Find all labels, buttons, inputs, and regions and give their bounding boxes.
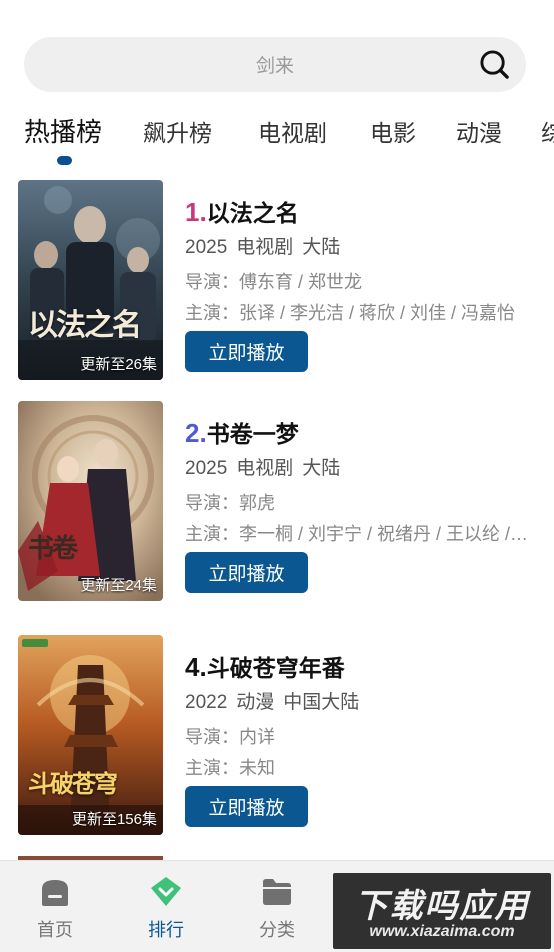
item-category: 动漫 (236, 692, 275, 713)
nav-ranking-label: 排行 (148, 920, 184, 940)
item-director: 导演：内详 (185, 727, 275, 747)
tab-tv[interactable]: 电视剧 (258, 114, 327, 148)
play-now-button[interactable]: 立即播放 (185, 786, 308, 827)
episode-update: 更新至26集 (80, 356, 157, 373)
poster-image[interactable]: 斗破苍穹 更新至156集 (18, 635, 163, 835)
rank-number: 2. (185, 418, 207, 448)
ranking-tabs: 热播榜 飙升榜 电视剧 电影 动漫 综 (0, 108, 554, 168)
tab-hot[interactable]: 热播榜 (24, 112, 102, 149)
item-title-line[interactable]: 2.书卷一梦 (185, 415, 299, 449)
item-category: 电视剧 (236, 458, 294, 479)
ranking-icon (151, 877, 181, 906)
item-title-line[interactable]: 1.以法之名 (185, 194, 299, 228)
item-meta: 2025 电视剧 大陆 (185, 453, 349, 480)
item-cast: 主演：李一桐 / 刘宇宁 / 祝绪丹 / 王以纶 / 蒋依依 (185, 524, 530, 544)
tab-rising[interactable]: 飙升榜 (143, 114, 212, 148)
episode-update: 更新至156集 (71, 811, 157, 828)
poster-art (18, 180, 163, 380)
play-now-button[interactable]: 立即播放 (185, 552, 308, 593)
item-cast: 主演：张译 / 李光洁 / 蒋欣 / 刘佳 / 冯嘉怡 (185, 303, 516, 323)
poster-art (18, 401, 163, 601)
search-placeholder: 剑来 (255, 56, 294, 77)
list-item[interactable]: 斗破苍穹 更新至156集 4.斗破苍穹年番 2022 动漫 中国大陆 导演：内详 主… (0, 635, 554, 840)
list-item[interactable]: 以法之名 更新至26集 1.以法之名 2025 电视剧 大陆 导演：傅东育 / 郑世… (0, 180, 554, 385)
episode-update: 更新至24集 (80, 577, 157, 594)
home-icon (42, 880, 68, 906)
item-cast: 主演：未知 (185, 758, 275, 778)
item-title: 书卷一梦 (206, 421, 299, 447)
poster-title: 书卷 (28, 534, 78, 564)
item-category: 电视剧 (236, 237, 294, 258)
item-year: 2022 (185, 692, 228, 713)
rank-number: 1. (185, 197, 207, 227)
item-director: 导演：傅东育 / 郑世龙 (185, 272, 363, 292)
item-title: 斗破苍穹年番 (206, 655, 345, 681)
tab-variety[interactable]: 综 (541, 114, 554, 148)
tab-anime[interactable]: 动漫 (456, 114, 502, 148)
list-item[interactable]: 书卷 更新至24集 2.书卷一梦 2025 电视剧 大陆 导演：郭虎 主演：李一桐 … (0, 401, 554, 606)
poster-image[interactable]: 以法之名 更新至26集 (18, 180, 163, 380)
item-title-line[interactable]: 4.斗破苍穹年番 (185, 649, 345, 683)
watermark-url: www.xiazaima.com (369, 923, 515, 940)
item-meta: 2025 电视剧 大陆 (185, 232, 349, 259)
rank-number: 4. (185, 652, 207, 682)
active-tab-indicator (57, 156, 72, 165)
item-title: 以法之名 (206, 200, 299, 226)
play-now-button[interactable]: 立即播放 (185, 331, 308, 372)
nav-home-label: 首页 (37, 920, 73, 940)
item-region: 中国大陆 (283, 692, 360, 713)
watermark-logo: 下载吗应用 www.xiazaima.com (333, 873, 551, 949)
nav-home[interactable]: 首页 (15, 875, 95, 942)
item-region: 大陆 (302, 237, 341, 258)
nav-ranking[interactable]: 排行 (126, 875, 206, 942)
nav-category-label: 分类 (259, 920, 295, 940)
watermark-main-text: 下载吗应用 (354, 887, 530, 924)
item-year: 2025 (185, 458, 228, 479)
item-year: 2025 (185, 237, 228, 258)
poster-title: 以法之名 (28, 308, 142, 343)
search-icon[interactable] (479, 49, 510, 80)
poster-title: 斗破苍穹 (28, 769, 118, 798)
search-bar[interactable]: 剑来 (24, 37, 526, 92)
poster-art (18, 635, 163, 835)
folder-icon (263, 879, 291, 905)
item-region: 大陆 (302, 458, 341, 479)
nav-category[interactable]: 分类 (237, 875, 317, 942)
poster-image[interactable]: 书卷 更新至24集 (18, 401, 163, 601)
item-meta: 2022 动漫 中国大陆 (185, 687, 368, 714)
tab-movie[interactable]: 电影 (370, 114, 416, 148)
item-director: 导演：郭虎 (185, 493, 275, 513)
